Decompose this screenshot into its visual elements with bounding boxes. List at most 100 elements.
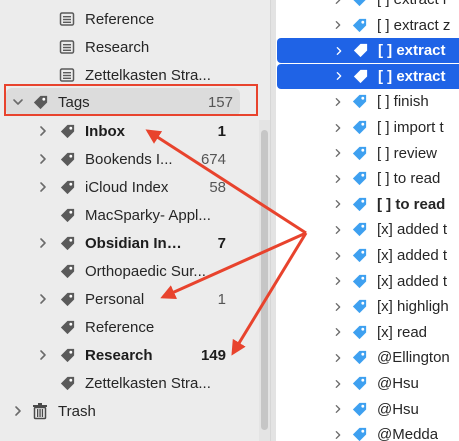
list-item[interactable]: [ ] review — [276, 141, 459, 166]
chevron-down-icon[interactable] — [12, 88, 24, 116]
list-item-label: [x] added t — [377, 221, 448, 239]
tag-icon — [350, 192, 368, 217]
tag-icon — [350, 269, 368, 294]
chevron-right-icon[interactable] — [12, 397, 24, 425]
tag-icon — [350, 141, 368, 166]
list-item[interactable]: [ ] extract — [277, 38, 459, 64]
sidebar-item-reference[interactable]: Reference — [0, 5, 258, 33]
sidebar-item-label: Tags — [58, 93, 90, 111]
tag-icon — [350, 89, 368, 114]
list-item[interactable]: [x] highligh — [276, 294, 459, 319]
sidebar-item-label: Reference — [85, 10, 155, 28]
list-item[interactable]: @Hsu — [276, 397, 459, 422]
sidebar-item-count: 1 — [217, 290, 226, 308]
tag-icon — [58, 145, 76, 173]
sidebar-item-label: Inbox — [85, 122, 125, 140]
sidebar-item-zettelkasten-stra[interactable]: Zettelkasten Stra... — [0, 369, 258, 397]
chevron-right-icon[interactable] — [333, 422, 343, 441]
sidebar-item-reference[interactable]: Reference — [0, 313, 258, 341]
tag-icon — [58, 341, 76, 369]
sidebar-item-label: Trash — [58, 402, 96, 420]
list-item[interactable]: @Hsu — [276, 371, 459, 396]
chevron-right-icon[interactable] — [333, 294, 343, 319]
chevron-right-icon[interactable] — [333, 115, 343, 140]
sidebar-item-orthopaedic-sur[interactable]: Orthopaedic Sur... — [0, 257, 258, 285]
sidebar-item-label: Obsidian Index — [85, 234, 190, 252]
sidebar-item-count: 58 — [209, 178, 226, 196]
sidebar-item-research[interactable]: Research 149 — [0, 341, 258, 369]
chevron-right-icon[interactable] — [333, 166, 343, 191]
list-item-label: [ ] extract — [378, 42, 446, 60]
chevron-right-icon[interactable] — [333, 141, 343, 166]
list-item-label: [x] added t — [377, 272, 448, 290]
tag-icon — [58, 117, 76, 145]
chevron-right-icon[interactable] — [333, 345, 343, 370]
tag-icon — [351, 64, 369, 89]
tag-icon — [350, 422, 368, 441]
tag-icon — [350, 371, 368, 396]
chevron-right-icon[interactable] — [334, 64, 344, 89]
sidebar-item-trash[interactable]: Trash — [0, 397, 258, 425]
chevron-right-icon[interactable] — [333, 89, 343, 114]
sidebar-item-obsidian-index[interactable]: Obsidian Index 7 — [0, 229, 258, 257]
list-item[interactable]: [ ] extract z — [276, 13, 459, 38]
sidebar-item-count: 149 — [200, 346, 226, 364]
list-item[interactable]: [x] added t — [276, 217, 459, 242]
sidebar-item-tags[interactable]: Tags 157 — [6, 88, 240, 116]
trash-icon — [31, 397, 49, 425]
sidebar-item-label: Zettelkasten Stra... — [85, 66, 211, 84]
sidebar-item-count: 157 — [207, 93, 233, 111]
sidebar-item-label: Bookends I... — [85, 150, 173, 168]
chevron-right-icon[interactable] — [333, 192, 343, 217]
sidebar-item-label: Reference — [85, 318, 155, 336]
list-item-label: [ ] extract i — [377, 0, 446, 8]
sidebar-item-label: iCloud Index — [85, 178, 169, 196]
list-item[interactable]: [ ] import t — [276, 115, 459, 140]
list-item[interactable]: [ ] to read — [276, 192, 459, 217]
chevron-right-icon[interactable] — [334, 38, 344, 63]
sidebar-item-bookends-i[interactable]: Bookends I... 674 — [0, 145, 258, 173]
list-item-label: @Hsu — [377, 375, 419, 392]
chevron-right-icon[interactable] — [37, 173, 49, 201]
chevron-right-icon[interactable] — [333, 269, 343, 294]
tag-icon — [58, 313, 76, 341]
chevron-right-icon[interactable] — [37, 117, 49, 145]
list-item[interactable]: @Medda — [276, 422, 459, 441]
chevron-right-icon[interactable] — [37, 229, 49, 257]
item-list: [ ] extract i [ ] extract z [ ] extract [ ]… — [276, 0, 459, 441]
tag-icon — [351, 38, 369, 63]
list-item-label: [ ] import t — [377, 119, 444, 136]
chevron-right-icon[interactable] — [333, 0, 343, 12]
tag-icon — [350, 345, 368, 370]
sidebar-item-inbox[interactable]: Inbox 1 — [0, 117, 258, 145]
sidebar-item-label: MacSparky- Appl... — [85, 206, 211, 224]
chevron-right-icon[interactable] — [333, 243, 343, 268]
list-item[interactable]: [ ] to read — [276, 166, 459, 191]
sidebar-scrollbar-thumb[interactable] — [261, 130, 268, 430]
sidebar-item-macsparky-appl[interactable]: MacSparky- Appl... — [0, 201, 258, 229]
list-item-label: [x] read — [377, 323, 428, 341]
list-item[interactable]: [ ] extract — [277, 63, 459, 89]
note-icon — [58, 5, 76, 33]
list-item[interactable]: [x] added t — [276, 269, 459, 294]
chevron-right-icon[interactable] — [333, 397, 343, 422]
chevron-right-icon[interactable] — [333, 371, 343, 396]
chevron-right-icon[interactable] — [37, 341, 49, 369]
list-item[interactable]: @Ellington — [276, 345, 459, 370]
chevron-right-icon[interactable] — [333, 320, 343, 345]
tag-icon — [350, 115, 368, 140]
chevron-right-icon[interactable] — [333, 13, 343, 38]
list-item[interactable]: [ ] extract i — [276, 0, 459, 12]
chevron-right-icon[interactable] — [37, 285, 49, 313]
list-item[interactable]: [x] read — [276, 320, 459, 345]
tag-icon — [58, 173, 76, 201]
chevron-right-icon[interactable] — [37, 145, 49, 173]
list-item[interactable]: [ ] finish — [276, 89, 459, 114]
sidebar-item-personal[interactable]: Personal 1 — [0, 285, 258, 313]
chevron-right-icon[interactable] — [333, 217, 343, 242]
tag-icon — [58, 257, 76, 285]
sidebar-item-icloud-index[interactable]: iCloud Index 58 — [0, 173, 258, 201]
list-item[interactable]: [x] added t — [276, 243, 459, 268]
sidebar-item-zettelkasten-stra[interactable]: Zettelkasten Stra... — [0, 61, 258, 89]
sidebar-item-research[interactable]: Research — [0, 33, 258, 61]
